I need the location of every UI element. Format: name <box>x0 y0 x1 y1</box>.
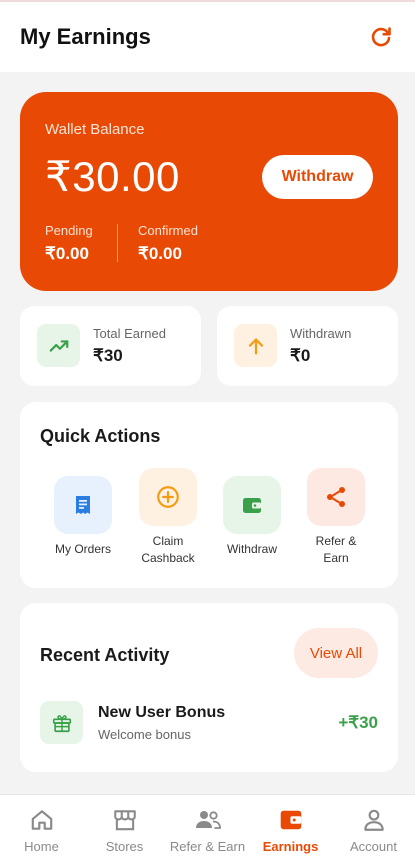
wallet-balance-card: Wallet Balance ₹30.00 Withdraw Pending ₹… <box>20 92 398 291</box>
nav-label: Refer & Earn <box>169 839 246 854</box>
home-icon <box>31 810 52 830</box>
recent-activity-card: Recent Activity View All New User Bonus … <box>20 603 398 772</box>
bottom-navigation: Home Stores Refer & Earn Earnings Accoun… <box>0 794 415 862</box>
quick-action-my-orders[interactable]: My Orders <box>41 476 125 558</box>
nav-stores[interactable]: Stores <box>83 795 166 862</box>
confirmed-value: ₹0.00 <box>138 244 182 263</box>
nav-earnings[interactable]: Earnings <box>249 795 332 862</box>
quick-action-claim-cashback[interactable]: Claim Cashback <box>126 468 210 567</box>
nav-label: Earnings <box>262 839 319 854</box>
quick-action-label: Withdraw <box>226 542 277 556</box>
app-header: My Earnings <box>0 2 415 72</box>
nav-home[interactable]: Home <box>0 795 83 862</box>
nav-label: Home <box>24 839 59 854</box>
recent-activity-heading: Recent Activity <box>40 645 170 665</box>
quick-actions-card: Quick Actions My Orders Claim Cashback W… <box>20 402 398 588</box>
receipt-icon <box>54 476 112 534</box>
withdrawn-label: Withdrawn <box>290 326 352 341</box>
wallet-divider <box>117 224 118 262</box>
trending-up-icon <box>37 324 80 367</box>
refresh-icon <box>371 27 391 47</box>
withdraw-button[interactable]: Withdraw <box>262 155 373 199</box>
wallet-balance-amount: ₹30.00 <box>45 153 180 200</box>
quick-actions-heading: Quick Actions <box>40 426 161 446</box>
quick-action-withdraw[interactable]: Withdraw <box>210 476 294 558</box>
withdrawn-value: ₹0 <box>290 346 311 365</box>
page-title: My Earnings <box>20 24 151 49</box>
total-earned-label: Total Earned <box>93 326 166 341</box>
withdrawn-card: Withdrawn ₹0 <box>217 306 398 386</box>
pending-value: ₹0.00 <box>45 244 89 263</box>
wallet-balance-label: Wallet Balance <box>45 121 145 138</box>
plus-circle-icon <box>139 468 197 526</box>
wallet-icon <box>280 810 301 830</box>
quick-action-label: Refer & Earn <box>315 534 357 565</box>
total-earned-value: ₹30 <box>93 346 123 365</box>
people-icon <box>195 811 221 829</box>
total-earned-card: Total Earned ₹30 <box>20 306 201 386</box>
pending-label: Pending <box>45 223 93 238</box>
wallet-icon <box>223 476 281 534</box>
activity-subtitle: Welcome bonus <box>98 727 191 742</box>
quick-action-label: My Orders <box>54 542 111 556</box>
nav-account[interactable]: Account <box>332 795 415 862</box>
activity-title: New User Bonus <box>98 704 226 721</box>
quick-action-refer-earn[interactable]: Refer & Earn <box>294 468 378 567</box>
share-icon <box>307 468 365 526</box>
person-icon <box>363 809 384 831</box>
refresh-button[interactable] <box>367 23 395 51</box>
quick-action-label: Claim Cashback <box>141 534 195 565</box>
arrow-up-icon <box>234 324 277 367</box>
nav-label: Stores <box>105 839 144 854</box>
view-all-button[interactable]: View All <box>294 628 378 678</box>
store-icon <box>113 810 136 831</box>
activity-amount: +₹30 <box>338 713 378 732</box>
nav-refer-earn[interactable]: Refer & Earn <box>166 795 249 862</box>
confirmed-label: Confirmed <box>138 223 198 238</box>
gift-icon <box>40 701 83 744</box>
nav-label: Account <box>350 839 397 854</box>
